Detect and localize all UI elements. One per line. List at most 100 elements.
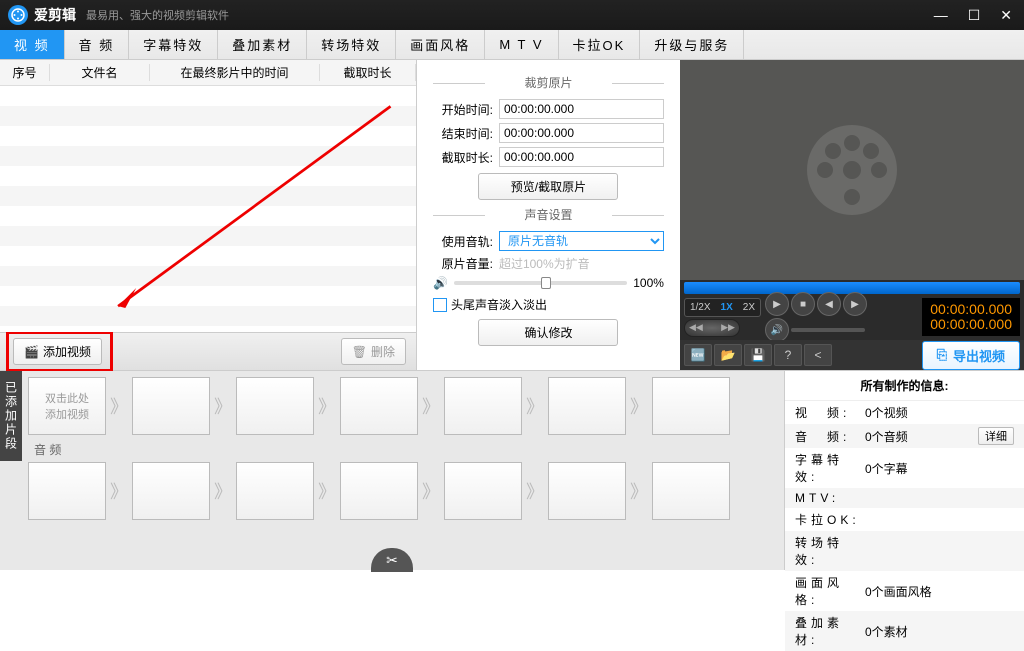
share-button[interactable]: < xyxy=(804,344,832,366)
volume-hint: 超过100%为扩音 xyxy=(499,255,664,272)
info-row: 叠加素材:0个素材 xyxy=(785,611,1024,651)
add-video-button[interactable]: 🎬 添加视频 xyxy=(13,338,102,365)
open-button[interactable]: 📂 xyxy=(714,344,742,366)
add-clip-placeholder[interactable]: 双击此处 添加视频 xyxy=(28,377,106,435)
app-logo-icon xyxy=(8,5,28,25)
timecode-total: 00:00:00.000 xyxy=(930,317,1012,332)
added-clips-vtab[interactable]: 已添加片段 xyxy=(0,371,22,461)
speaker-icon: 🔊 xyxy=(433,276,448,290)
help-icon: ? xyxy=(785,348,792,362)
clip-list-body[interactable] xyxy=(0,86,416,332)
tab-transition[interactable]: 转场特效 xyxy=(307,30,396,59)
start-time-input[interactable] xyxy=(499,99,664,119)
settings-panel: 裁剪原片 开始时间: 结束时间: 截取时长: 预览/截取原片 声音设置 使用音轨… xyxy=(417,60,680,370)
play-button[interactable]: ▶ xyxy=(765,292,789,316)
preview-volume-slider[interactable] xyxy=(791,328,865,332)
duration-input[interactable] xyxy=(499,147,664,167)
jog-right-icon: ▶▶ xyxy=(721,322,735,333)
timecode-display: 00:00:00.000 00:00:00.000 xyxy=(922,298,1020,337)
audio-slot[interactable] xyxy=(340,462,418,520)
clip-slot[interactable] xyxy=(236,377,314,435)
maximize-icon[interactable]: ☐ xyxy=(964,7,985,24)
clip-slot[interactable] xyxy=(548,377,626,435)
confirm-button[interactable]: 确认修改 xyxy=(478,319,618,346)
save-button[interactable]: 💾 xyxy=(744,344,772,366)
audio-slot[interactable] xyxy=(236,462,314,520)
end-time-input[interactable] xyxy=(499,123,664,143)
help-button[interactable]: ? xyxy=(774,344,802,366)
hint-line1: 双击此处 xyxy=(45,390,89,406)
audio-slot[interactable] xyxy=(548,462,626,520)
clip-slot[interactable] xyxy=(652,377,730,435)
info-panel: 所有制作的信息: 视 频:0个视频音 频:0个音频详细字幕特效:0个字幕MTV:… xyxy=(784,371,1024,570)
tab-overlay[interactable]: 叠加素材 xyxy=(218,30,307,59)
fade-label: 头尾声音淡入淡出 xyxy=(451,296,547,313)
tab-upgrade[interactable]: 升级与服务 xyxy=(640,30,744,59)
app-slogan: 最易用、强大的视频剪辑软件 xyxy=(86,7,229,23)
info-key: 卡拉OK: xyxy=(795,511,865,528)
list-toolbar: 🎬 添加视频 🗑 删除 xyxy=(0,332,416,370)
prev-frame-button[interactable]: ◀ xyxy=(817,292,841,316)
main-tabs: 视 频 音 频 字幕特效 叠加素材 转场特效 画面风格 M T V 卡拉OK 升… xyxy=(0,30,1024,60)
audio-slot[interactable] xyxy=(28,462,106,520)
info-value: 0个视频 xyxy=(865,404,1014,421)
col-time-in-final: 在最终影片中的时间 xyxy=(150,64,320,81)
timecode-current: 00:00:00.000 xyxy=(930,302,1012,317)
transport-bar: 1/2X 1X 2X ◀◀▶▶ ▶ ■ ◀ ▶ 🔊 xyxy=(680,280,1024,340)
chevron-right-icon: 》 xyxy=(422,393,440,419)
end-time-label: 结束时间: xyxy=(433,125,493,142)
clip-slot[interactable] xyxy=(132,377,210,435)
clip-slot[interactable] xyxy=(340,377,418,435)
track-label: 使用音轨: xyxy=(433,233,493,250)
preview-panel: 1/2X 1X 2X ◀◀▶▶ ▶ ■ ◀ ▶ 🔊 xyxy=(680,60,1024,370)
info-value: 0个素材 xyxy=(865,623,1014,640)
preview-crop-button[interactable]: 预览/截取原片 xyxy=(478,173,618,200)
chevron-right-icon: 》 xyxy=(526,478,544,504)
preview-viewport[interactable] xyxy=(680,60,1024,280)
chevron-right-icon: 》 xyxy=(318,393,336,419)
info-row: 字幕特效:0个字幕 xyxy=(785,448,1024,488)
trash-icon: 🗑 xyxy=(352,345,367,359)
delete-button[interactable]: 🗑 删除 xyxy=(341,338,406,365)
speed-2x[interactable]: 2X xyxy=(738,299,760,316)
film-reel-icon xyxy=(807,125,897,215)
export-video-button[interactable]: ⎘ 导出视频 xyxy=(922,341,1020,370)
close-icon[interactable]: ✕ xyxy=(996,7,1016,24)
info-row: 画面风格:0个画面风格 xyxy=(785,571,1024,611)
track-select[interactable]: 原片无音轨 xyxy=(499,231,664,251)
start-time-label: 开始时间: xyxy=(433,101,493,118)
speed-1x[interactable]: 1X xyxy=(716,299,738,316)
tab-video[interactable]: 视 频 xyxy=(0,30,65,59)
mute-button[interactable]: 🔊 xyxy=(765,318,789,342)
tab-subtitle[interactable]: 字幕特效 xyxy=(129,30,218,59)
info-value: 0个画面风格 xyxy=(865,583,1014,600)
volume-slider[interactable] xyxy=(454,281,627,285)
audio-slot[interactable] xyxy=(652,462,730,520)
info-value: 0个字幕 xyxy=(865,460,1014,477)
new-button[interactable]: 🆕 xyxy=(684,344,712,366)
info-key: 字幕特效: xyxy=(795,451,865,485)
chevron-right-icon: 》 xyxy=(110,478,128,504)
scissors-icon: ✂ xyxy=(386,552,398,569)
tab-style[interactable]: 画面风格 xyxy=(396,30,485,59)
titlebar: 爱剪辑 最易用、强大的视频剪辑软件 — ☐ ✕ xyxy=(0,0,1024,30)
info-key: 视 频: xyxy=(795,404,865,421)
stop-button[interactable]: ■ xyxy=(791,292,815,316)
tab-mtv[interactable]: M T V xyxy=(485,30,558,59)
clip-slot[interactable] xyxy=(444,377,522,435)
col-duration: 截取时长 xyxy=(320,64,416,81)
add-video-label: 添加视频 xyxy=(43,343,91,360)
audio-slot[interactable] xyxy=(444,462,522,520)
speed-half[interactable]: 1/2X xyxy=(685,299,716,316)
fade-checkbox[interactable] xyxy=(433,298,447,312)
detail-button[interactable]: 详细 xyxy=(978,427,1014,445)
audio-slot[interactable] xyxy=(132,462,210,520)
jog-wheel[interactable]: ◀◀▶▶ xyxy=(684,319,740,337)
minimize-icon[interactable]: — xyxy=(930,7,952,24)
tab-karaoke[interactable]: 卡拉OK xyxy=(559,30,641,59)
next-frame-button[interactable]: ▶ xyxy=(843,292,867,316)
info-key: 音 频: xyxy=(795,428,865,445)
save-icon: 💾 xyxy=(750,348,765,362)
info-key: 叠加素材: xyxy=(795,614,865,648)
tab-audio[interactable]: 音 频 xyxy=(65,30,130,59)
